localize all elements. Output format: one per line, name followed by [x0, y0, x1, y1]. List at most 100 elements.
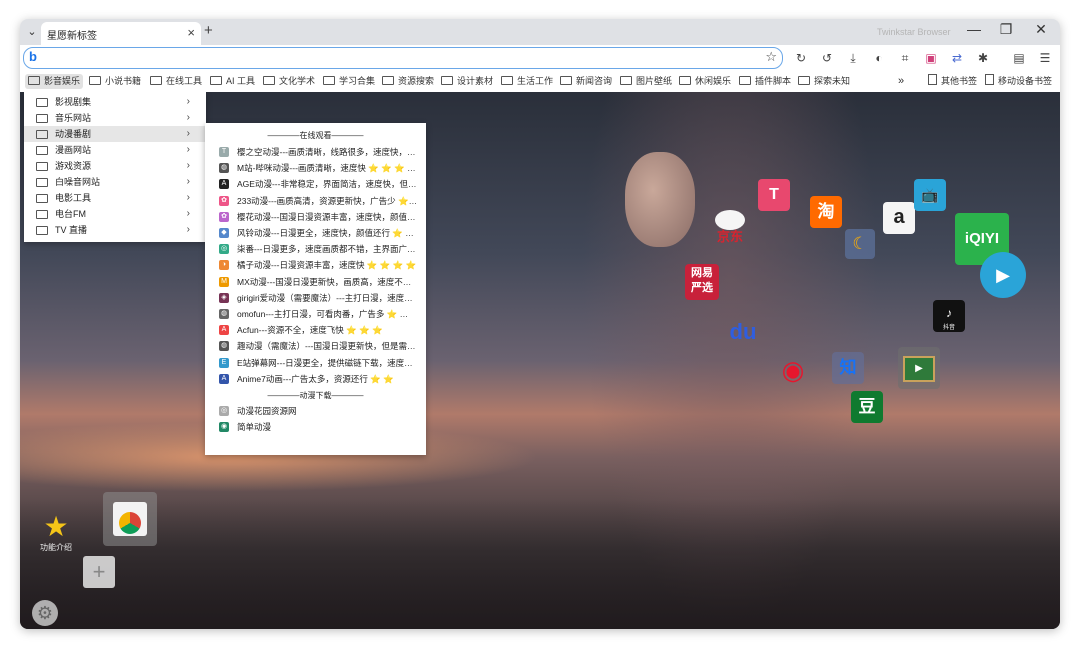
tab-active[interactable]: 星愿新标签 ×: [41, 22, 201, 45]
chrome-logo-icon: [119, 512, 141, 534]
reload-icon[interactable]: ↻: [793, 50, 809, 66]
bilibili-tv-icon[interactable]: 📺: [914, 179, 946, 211]
zhihu-icon[interactable]: 知: [832, 352, 864, 384]
anime-download-link[interactable]: ◉ 简单动漫: [205, 419, 426, 435]
chevron-right-icon: ›: [186, 192, 190, 203]
bookmark-folder[interactable]: 休闲娱乐: [679, 74, 731, 89]
taobao-icon[interactable]: 淘: [810, 196, 842, 228]
anime-site-link[interactable]: A AGE动漫---非常稳定，界面简洁，速度快，但…: [205, 176, 426, 192]
anime-site-link[interactable]: ◎ 柒番---日漫更多，速度画质都不错，主界面广…: [205, 241, 426, 257]
anime-site-link[interactable]: E E站弹幕网---日漫更全，提供磁链下载，速度…: [205, 355, 426, 371]
close-window-button[interactable]: ✕: [1030, 21, 1052, 38]
site-favicon-icon: ◆: [219, 228, 229, 238]
search-engine-icon[interactable]: b: [29, 49, 37, 64]
extension-icon[interactable]: ▣: [923, 50, 939, 66]
minimize-button[interactable]: —: [963, 21, 985, 37]
bookmark-folder[interactable]: 小说书籍: [89, 74, 141, 89]
anime-site-link[interactable]: ◆ 风铃动漫---日漫更全，速度快，颜值还行 ⭐ …: [205, 225, 426, 241]
bookmarks-bar: 影音娱乐 小说书籍 在线工具 AI 工具 文化学术 学习合集 资源搜索 设计素材…: [20, 71, 1060, 93]
tab-close-icon[interactable]: ×: [187, 25, 195, 40]
anime-site-link[interactable]: ◍ M站-哔咪动漫---画质清晰，速度快 ⭐ ⭐ ⭐ …: [205, 160, 426, 176]
menu-item[interactable]: 漫画网站 ›: [24, 142, 206, 158]
video-player-icon[interactable]: ▶: [980, 252, 1026, 298]
anime-site-link[interactable]: ◈ girigiri爱动漫（需要魔法）---主打日漫，速度…: [205, 290, 426, 306]
anime-site-link[interactable]: A Anime7动画---广告太多，资源还行 ⭐ ⭐: [205, 371, 426, 387]
jd-dog-icon: [715, 210, 745, 230]
tmall-icon[interactable]: T: [758, 179, 790, 211]
add-app-button[interactable]: +: [83, 556, 115, 588]
anime-site-link[interactable]: ◍ 趣动漫（需魔法）---国漫日漫更新快，但是需…: [205, 338, 426, 354]
history-icon[interactable]: ↺: [819, 50, 835, 66]
anime-site-link[interactable]: ◍ omofun---主打日漫，可看肉番，广告多 ⭐ …: [205, 306, 426, 322]
site-favicon-icon: ◈: [219, 292, 229, 303]
crescent-app-icon[interactable]: ☾: [845, 229, 875, 259]
chevron-right-icon: ›: [186, 96, 190, 107]
bookmark-folder[interactable]: 学习合集: [323, 74, 375, 89]
folder-icon: [382, 76, 394, 85]
menu-item[interactable]: 音乐网站 ›: [24, 110, 206, 126]
menu-item[interactable]: TV 直播 ›: [24, 222, 206, 238]
anime-site-link[interactable]: A Acfun---资源不全，速度飞快 ⭐ ⭐ ⭐: [205, 322, 426, 338]
site-favicon-icon: ◍: [219, 309, 229, 319]
menu-item-highlighted[interactable]: 动漫番剧 ›: [24, 126, 206, 142]
baidu-icon[interactable]: du: [717, 304, 769, 360]
menu-item[interactable]: 白噪音网站 ›: [24, 174, 206, 190]
tiktok-icon[interactable]: ♪ 抖音: [933, 300, 965, 332]
restore-button[interactable]: ❐: [995, 21, 1017, 38]
anime-site-link[interactable]: ✿ 樱花动漫---国漫日漫资源丰富，速度快，颜值…: [205, 209, 426, 225]
menu-icon[interactable]: ☰: [1037, 50, 1053, 66]
folder-icon: [36, 178, 48, 187]
presentation-app-icon[interactable]: ▶: [898, 347, 940, 389]
wangyi-yanxuan-icon[interactable]: 网易 严选: [685, 264, 719, 300]
tab-search-dropdown-icon[interactable]: ⌄: [24, 24, 40, 40]
sidebar-icon[interactable]: ▤: [1011, 50, 1027, 66]
anime-download-link[interactable]: ◎ 动漫花园资源网: [205, 403, 426, 419]
bookmark-folder[interactable]: 在线工具: [150, 74, 202, 89]
feature-intro-app[interactable]: ★ 功能介绍: [36, 512, 76, 556]
bookmark-folder[interactable]: 生活工作: [501, 74, 553, 89]
folder-icon: [36, 114, 48, 123]
bookmarks-overflow-button[interactable]: »: [898, 74, 904, 89]
other-bookmarks[interactable]: 其他书签: [928, 74, 977, 89]
chrome-store-app[interactable]: [103, 492, 157, 546]
bookmark-folder[interactable]: 资源搜索: [382, 74, 434, 89]
translate-icon[interactable]: ⇄: [949, 50, 965, 66]
puzzle-icon[interactable]: ✱: [975, 50, 991, 66]
site-favicon-icon: A: [219, 325, 229, 336]
folder-icon: [36, 98, 48, 107]
crop-icon[interactable]: ⌗: [897, 50, 913, 66]
bookmark-folder[interactable]: 影音娱乐: [25, 74, 84, 89]
anime-site-link[interactable]: ✿ 233动漫---画质高清，资源更新快，广告少 ⭐…: [205, 193, 426, 209]
anime-site-link[interactable]: T 樱之空动漫---画质清晰，线路很多，速度快，…: [205, 144, 426, 160]
settings-gear-icon[interactable]: ⚙: [32, 600, 58, 626]
douban-icon[interactable]: 豆: [851, 391, 883, 423]
menu-item[interactable]: 影视剧集 ›: [24, 94, 206, 110]
address-bar[interactable]: b ☆: [23, 47, 783, 69]
menu-item[interactable]: 电台FM ›: [24, 206, 206, 222]
theme-icon[interactable]: ◐: [871, 50, 887, 66]
feature-intro-label: 功能介绍: [40, 543, 72, 552]
download-icon[interactable]: ⤓: [845, 50, 861, 66]
bookmark-star-icon[interactable]: ☆: [765, 49, 777, 65]
mobile-bookmarks[interactable]: 移动设备书签: [985, 74, 1052, 89]
bookmark-folder[interactable]: 探索未知: [798, 74, 850, 89]
menu-item[interactable]: 游戏资源 ›: [24, 158, 206, 174]
new-tab-button[interactable]: +: [204, 22, 213, 39]
bookmark-folder[interactable]: 文化学术: [263, 74, 315, 89]
folder-icon: [150, 76, 162, 85]
site-link-label: E站弹幕网---日漫更全，提供磁链下载，速度…: [237, 357, 413, 368]
anime-site-link[interactable]: ◑ 橘子动漫---日漫资源丰富，速度快 ⭐ ⭐ ⭐ ⭐: [205, 257, 426, 273]
menu-item[interactable]: 电影工具 ›: [24, 190, 206, 206]
bookmark-folder[interactable]: 新闻咨询: [560, 74, 612, 89]
amazon-icon[interactable]: a: [883, 202, 915, 234]
site-link-label: 柒番---日漫更多，速度画质都不错，主界面广…: [237, 244, 416, 255]
jd-icon[interactable]: 京东: [710, 210, 750, 244]
weibo-icon[interactable]: ◉: [768, 350, 818, 390]
mobile-icon: [985, 74, 994, 85]
bookmark-folder[interactable]: 插件脚本: [739, 74, 791, 89]
bookmark-folder[interactable]: AI 工具: [210, 74, 255, 89]
bookmark-folder[interactable]: 图片壁纸: [620, 74, 672, 89]
chrome-icon: [113, 502, 147, 536]
anime-site-link[interactable]: M MX动漫---国漫日漫更新快，画质高，速度不…: [205, 274, 426, 290]
bookmark-folder[interactable]: 设计素材: [441, 74, 493, 89]
